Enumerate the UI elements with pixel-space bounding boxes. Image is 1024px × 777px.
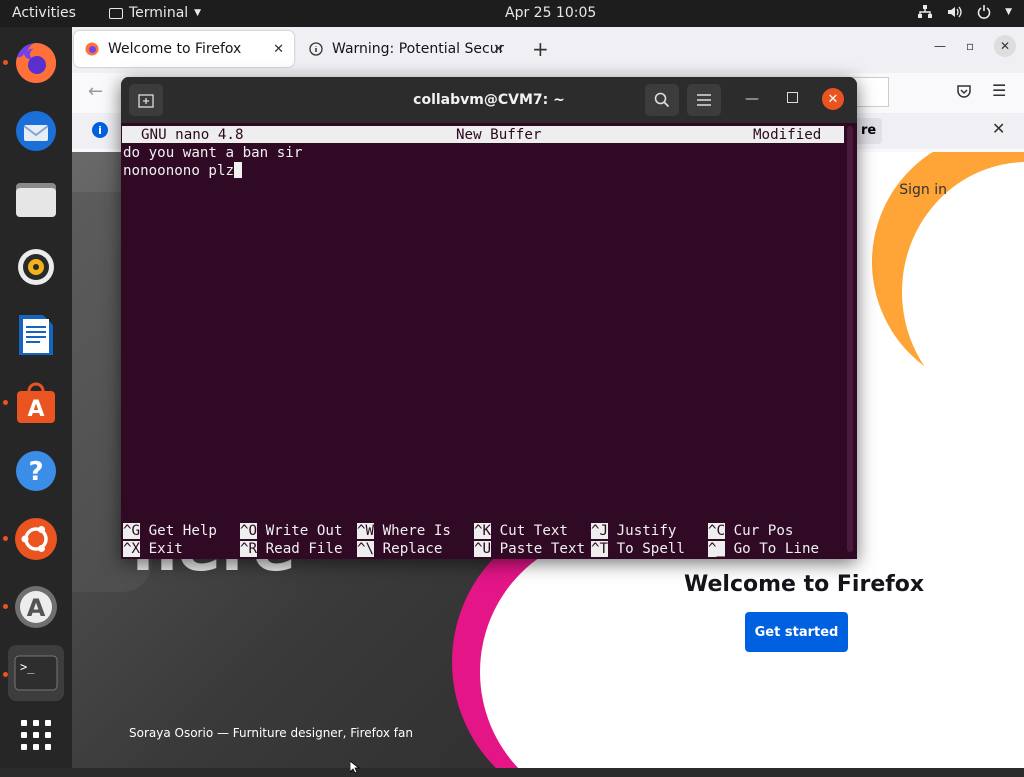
shortcut-read-file: ^R Read File (240, 541, 343, 557)
text-cursor (234, 162, 243, 178)
dock-rhythmbox[interactable] (8, 239, 64, 295)
dock-firefox[interactable] (8, 35, 64, 91)
dock-software-updater[interactable]: A (8, 579, 64, 635)
dock-files[interactable] (8, 171, 64, 227)
nano-status: Modified (753, 127, 822, 143)
photo-credit: Soraya Osorio — Furniture designer, Fire… (129, 726, 413, 740)
info-icon (308, 41, 324, 57)
close-tab-icon[interactable]: ✕ (273, 42, 284, 57)
svg-text:A: A (27, 594, 46, 622)
close-tab-icon[interactable]: ✕ (493, 42, 504, 57)
ubuntu-logo-icon (15, 518, 57, 560)
nano-editor[interactable]: GNU nano 4.8 New Buffer Modified do you … (122, 126, 844, 559)
terminal-icon (109, 7, 123, 19)
back-icon[interactable]: ← (88, 81, 103, 102)
dock-libreoffice-writer[interactable] (8, 307, 64, 363)
shortcut-write-out: ^O Write Out (240, 523, 343, 539)
dock: A ? A >_ (0, 27, 72, 768)
terminal-window[interactable]: collabvm@CVM7: ~ — ✕ GNU nano 4.8 New Bu… (121, 77, 857, 559)
shortcut-where-is: ^W Where Is (357, 523, 451, 539)
firefox-icon (84, 41, 100, 57)
terminal-header-bar[interactable]: collabvm@CVM7: ~ — ✕ (121, 77, 857, 123)
app-menu-label: Terminal (129, 5, 189, 21)
folder-icon (16, 183, 56, 217)
caret-down-icon: ▼ (1005, 7, 1012, 17)
thunderbird-icon (16, 111, 56, 151)
notification-action-button[interactable]: re (855, 118, 883, 144)
sign-in-link[interactable]: Sign in (899, 182, 947, 198)
shortcut-justify: ^J Justify (591, 523, 677, 539)
shortcut-exit: ^X Exit (123, 541, 183, 557)
shortcut-paste-text: ^U Paste Text (474, 541, 586, 557)
hamburger-menu-button[interactable] (687, 84, 721, 116)
dock-thunderbird[interactable] (8, 103, 64, 159)
dock-terminal[interactable]: >_ (8, 645, 64, 701)
restore-icon[interactable]: ▫ (966, 39, 974, 53)
close-window-icon[interactable]: ✕ (822, 88, 844, 110)
nano-title-bar: GNU nano 4.8 New Buffer Modified (122, 126, 844, 143)
terminal-icon: >_ (14, 655, 58, 691)
dock-ubuntu-software[interactable]: A (8, 375, 64, 431)
pocket-icon[interactable] (956, 83, 972, 103)
firefox-icon (16, 42, 57, 83)
app-menu[interactable]: Terminal ▼ (109, 5, 201, 21)
close-window-icon[interactable]: ✕ (994, 35, 1016, 57)
top-bar: Activities Terminal ▼ Apr 25 10:05 ▼ (0, 0, 1024, 27)
document-icon (19, 315, 53, 355)
updater-icon: A (15, 586, 57, 628)
buffer-line-with-cursor: nonoonono plz (123, 162, 243, 180)
info-icon: i (92, 122, 108, 138)
menu-icon[interactable]: ☰ (992, 81, 1006, 100)
minimize-icon[interactable]: — (934, 39, 946, 53)
help-icon: ? (16, 451, 56, 491)
tab-welcome[interactable]: Welcome to Firefox ✕ (74, 31, 294, 67)
svg-text:A: A (27, 397, 44, 422)
activities-button[interactable]: Activities (12, 5, 76, 21)
search-icon (654, 92, 670, 108)
buffer-line: nonoonono plz (123, 163, 235, 179)
tab-warning[interactable]: Warning: Potential Securi ✕ (298, 31, 514, 67)
shortcut-go-to-line: ^_ Go To Line (708, 541, 820, 557)
grid-icon (21, 720, 51, 750)
terminal-scrollbar[interactable] (847, 126, 853, 552)
power-icon (977, 5, 991, 23)
network-icon (917, 5, 933, 23)
menu-icon (697, 94, 711, 106)
nano-version: GNU nano 4.8 (141, 127, 244, 143)
get-started-button[interactable]: Get started (745, 612, 848, 652)
tab-label: Welcome to Firefox (108, 41, 242, 57)
buffer-line: do you want a ban sir (123, 145, 303, 161)
shortcut-to-spell: ^T To Spell (591, 541, 685, 557)
maximize-icon[interactable] (787, 92, 798, 103)
system-tray[interactable]: ▼ (917, 5, 1012, 23)
tab-strip: Welcome to Firefox ✕ Warning: Potential … (72, 27, 1024, 73)
shortcut-cur-pos: ^C Cur Pos (708, 523, 794, 539)
shortcut-replace: ^\ Replace (357, 541, 443, 557)
speaker-icon (18, 249, 54, 285)
dock-help[interactable]: ? (8, 443, 64, 499)
nano-buffer-name: New Buffer (456, 127, 542, 143)
show-applications-button[interactable] (8, 707, 64, 763)
welcome-title: Welcome to Firefox (684, 572, 925, 597)
minimize-icon[interactable]: — (745, 91, 759, 107)
close-notification-icon[interactable]: ✕ (992, 119, 1005, 138)
dock-ubuntu[interactable] (8, 511, 64, 567)
tab-label: Warning: Potential Securi (332, 41, 504, 57)
caret-down-icon: ▼ (194, 8, 202, 18)
volume-icon (947, 5, 963, 23)
clock[interactable]: Apr 25 10:05 (505, 5, 596, 21)
software-bag-icon: A (17, 382, 55, 423)
search-button[interactable] (645, 84, 679, 116)
shortcut-cut-text: ^K Cut Text (474, 523, 568, 539)
shortcut-get-help: ^G Get Help (123, 523, 217, 539)
svg-text:?: ? (28, 457, 43, 487)
svg-text:>_: >_ (20, 660, 35, 674)
new-tab-button[interactable]: + (532, 37, 549, 61)
